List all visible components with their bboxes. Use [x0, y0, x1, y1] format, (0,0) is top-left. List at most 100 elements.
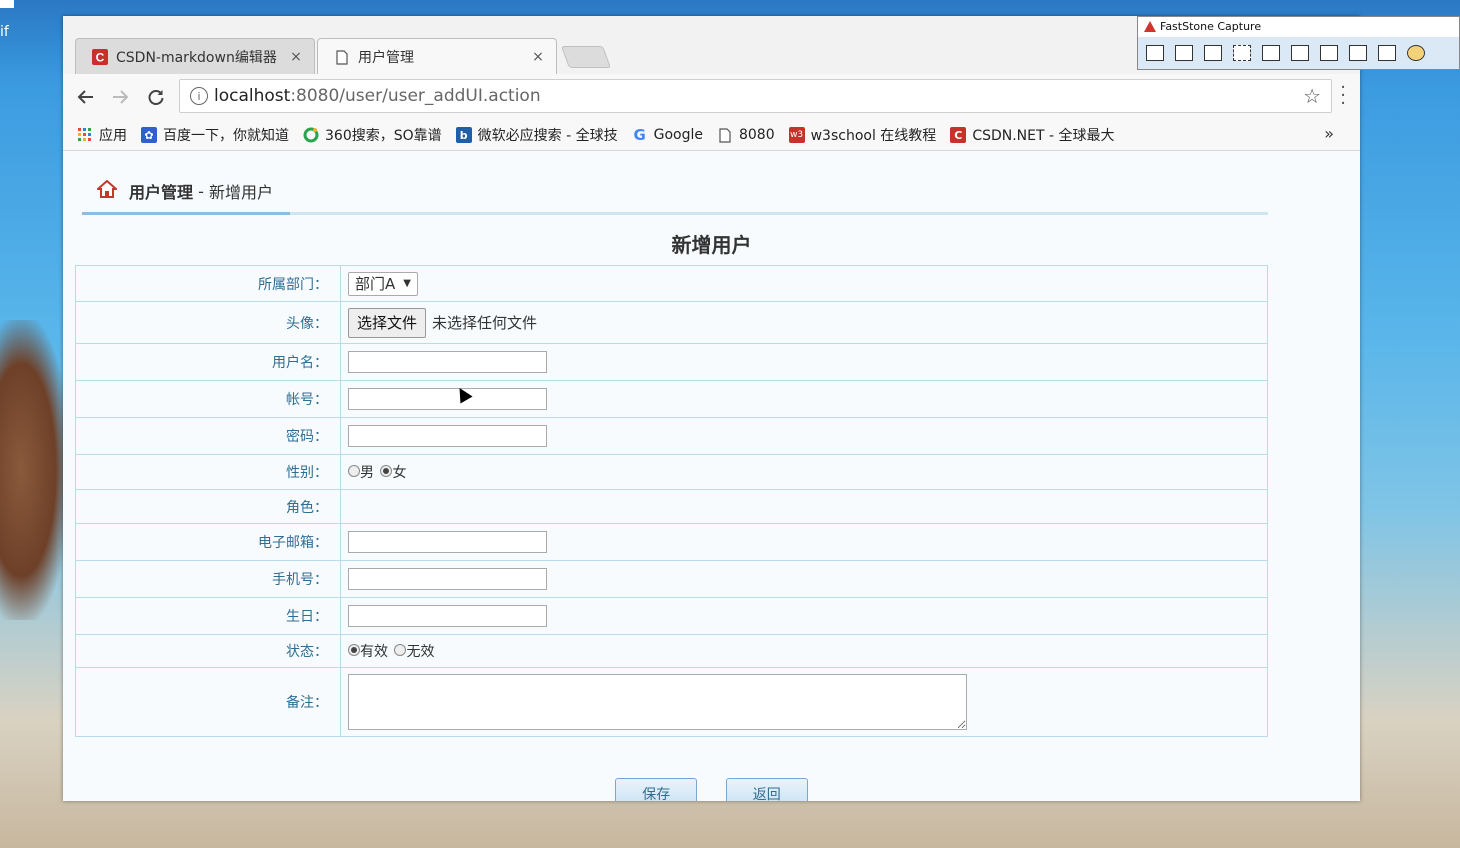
screen-recorder-icon[interactable] — [1378, 45, 1396, 61]
capture-fullscreen-icon[interactable] — [1291, 45, 1309, 61]
capture-window-icon[interactable] — [1175, 45, 1193, 61]
bookmark-w3school[interactable]: w3 w3school 在线教程 — [788, 125, 936, 145]
gender-male-radio[interactable] — [348, 465, 360, 477]
form-title: 新增用户 — [671, 233, 752, 257]
field-label: 手机号： — [75, 560, 341, 598]
close-icon[interactable]: × — [528, 49, 548, 65]
password-input[interactable] — [348, 425, 547, 447]
breadcrumb-page: 新增用户 — [208, 183, 273, 202]
info-icon[interactable]: i — [190, 87, 208, 105]
page-icon — [334, 49, 350, 65]
field-label: 用户名： — [75, 343, 341, 381]
bookmark-google[interactable]: G Google — [632, 126, 703, 144]
back-arrow-icon[interactable] — [75, 86, 97, 108]
bookmark-360[interactable]: 360搜索，SO靠谱 — [303, 125, 442, 145]
bookmark-csdn[interactable]: C CSDN.NET - 全球最大 — [950, 125, 1115, 145]
url-path: :8080/user/user_addUI.action — [290, 86, 541, 106]
user-form: 所属部门： 部门A ▼ 头像： 选择文件 未选择任何文件 用户名： 帐号： 密码： … — [75, 265, 1268, 737]
reload-icon[interactable] — [145, 86, 167, 108]
status-invalid-radio[interactable] — [394, 644, 407, 656]
account-input[interactable] — [348, 388, 547, 410]
page-icon — [717, 127, 733, 143]
bookmark-label: 百度一下，你就知道 — [163, 128, 289, 144]
faststone-tools — [1138, 37, 1459, 69]
field-label: 帐号： — [75, 380, 341, 418]
palette-icon[interactable] — [1407, 45, 1425, 61]
breadcrumb-separator: - — [193, 181, 209, 201]
bookmark-bing[interactable]: b 微软必应搜索 - 全球技 — [455, 125, 618, 145]
form-row-gender: 性别： 男 女 — [75, 454, 1268, 490]
form-row-password: 密码： — [75, 417, 1268, 455]
username-input[interactable] — [348, 351, 547, 373]
tab-title: CSDN-markdown编辑器 — [116, 50, 277, 66]
forward-arrow-icon[interactable] — [109, 86, 131, 108]
close-icon[interactable]: × — [286, 49, 306, 65]
google-icon: G — [633, 126, 646, 144]
desktop-corner — [0, 0, 14, 8]
capture-fixed-region-icon[interactable] — [1349, 45, 1367, 61]
desktop-wallpaper-rock — [0, 320, 70, 620]
radio-label: 有效 — [360, 644, 388, 660]
360-icon — [303, 127, 319, 143]
bookmark-apps[interactable]: 应用 — [77, 125, 127, 145]
bookmark-baidu[interactable]: ✿ 百度一下，你就知道 — [141, 125, 289, 145]
page-content: 用户管理 - 新增用户 新增用户 所属部门： 部门A ▼ 头像： 选择文件 未选择任… — [63, 151, 1360, 801]
svg-text:C: C — [96, 51, 105, 65]
url-host: localhost — [214, 86, 291, 106]
browser-menu-icon[interactable]: · · · — [1340, 79, 1346, 113]
email-input[interactable] — [348, 531, 547, 553]
desktop-icon-label: if — [0, 24, 9, 40]
choose-file-button[interactable]: 选择文件 — [348, 307, 427, 338]
tab-user-management[interactable]: 用户管理 × — [317, 38, 557, 75]
bookmark-star-icon[interactable]: ☆ — [1303, 84, 1321, 108]
field-label: 状态： — [75, 634, 341, 668]
capture-rectangle-icon[interactable] — [1204, 45, 1222, 61]
tab-csdn[interactable]: C CSDN-markdown编辑器 × — [75, 38, 315, 75]
form-actions: 保存 返回 — [63, 778, 1360, 801]
field-label: 备注： — [75, 667, 341, 737]
apps-grid-icon — [77, 127, 93, 143]
bookmark-label: 360搜索，SO靠谱 — [325, 128, 442, 144]
bookmark-label: Google — [653, 127, 703, 143]
capture-active-window-icon[interactable] — [1146, 45, 1164, 61]
gender-female-radio[interactable] — [380, 465, 393, 477]
new-tab-button[interactable] — [560, 46, 612, 68]
field-label: 性别： — [75, 454, 341, 490]
bookmarks-overflow-icon[interactable]: » — [1324, 124, 1334, 143]
birthday-input[interactable] — [348, 605, 547, 627]
bookmarks-bar: 应用 ✿ 百度一下，你就知道 360搜索，SO靠谱 b 微软必应搜索 - 全球技… — [63, 120, 1360, 151]
browser-toolbar: i localhost:8080/user/user_addUI.action … — [63, 74, 1360, 120]
field-label: 角色： — [75, 489, 341, 524]
form-row-avatar: 头像： 选择文件 未选择任何文件 — [75, 301, 1268, 344]
save-button[interactable]: 保存 — [615, 778, 698, 801]
breadcrumb: 用户管理 - 新增用户 — [95, 179, 273, 203]
form-row-status: 状态： 有效 无效 — [75, 634, 1268, 668]
tab-title: 用户管理 — [358, 50, 414, 66]
breadcrumb-underline — [82, 212, 1268, 215]
status-valid-radio[interactable] — [348, 644, 360, 656]
phone-input[interactable] — [348, 568, 547, 590]
bookmark-label: 微软必应搜索 - 全球技 — [477, 128, 618, 144]
home-icon[interactable] — [95, 179, 119, 202]
capture-freehand-icon[interactable] — [1262, 45, 1280, 61]
field-label: 生日： — [75, 597, 341, 635]
department-select-value: 部门A — [355, 275, 396, 293]
address-bar[interactable]: i localhost:8080/user/user_addUI.action … — [179, 79, 1332, 113]
capture-region-icon[interactable] — [1233, 45, 1251, 61]
bookmark-label: CSDN.NET - 全球最大 — [972, 128, 1115, 144]
w3school-icon: w3 — [788, 127, 805, 143]
form-row-account: 帐号： — [75, 380, 1268, 418]
form-row-dept: 所属部门： 部门A ▼ — [75, 265, 1268, 302]
field-label: 所属部门： — [75, 265, 341, 302]
remark-textarea[interactable] — [348, 674, 967, 730]
faststone-capture-toolbar: FastStone Capture — [1137, 16, 1460, 70]
department-select[interactable]: 部门A ▼ — [348, 271, 418, 296]
bookmark-label: 应用 — [99, 128, 127, 144]
radio-label: 男 — [360, 465, 374, 481]
breadcrumb-section: 用户管理 — [129, 183, 194, 202]
bookmark-8080[interactable]: 8080 — [717, 127, 775, 143]
back-button[interactable]: 返回 — [725, 778, 808, 801]
capture-scrolling-icon[interactable] — [1320, 45, 1338, 61]
csdn-icon: C — [950, 127, 967, 143]
faststone-title: FastStone Capture — [1138, 17, 1459, 37]
